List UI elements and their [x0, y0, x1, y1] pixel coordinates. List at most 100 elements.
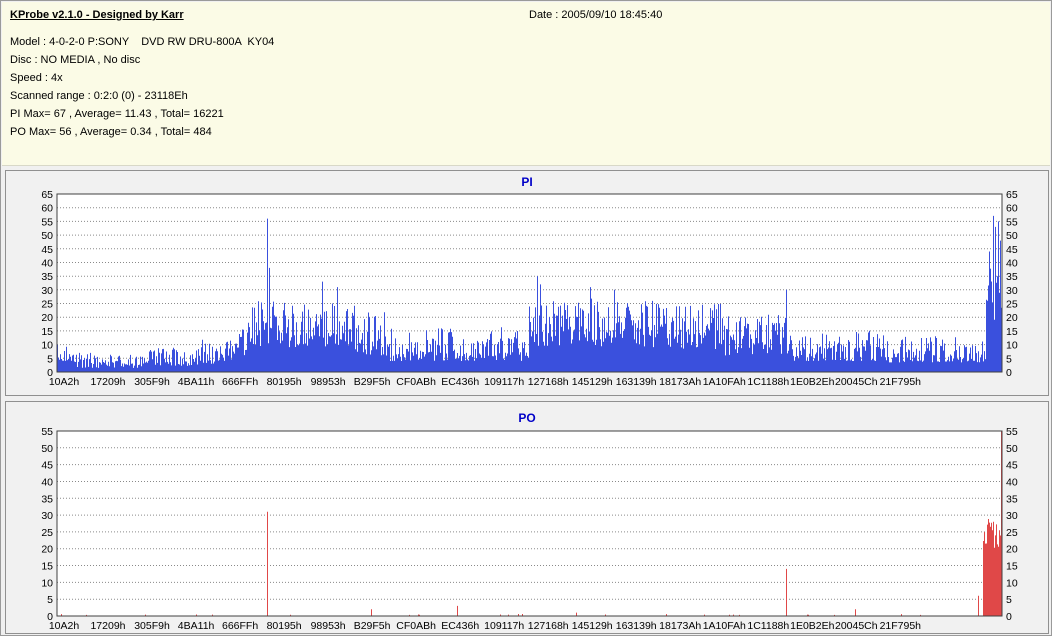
po-chart-title: PO [518, 411, 536, 425]
svg-text:98953h: 98953h [311, 620, 346, 631]
svg-text:20: 20 [1006, 312, 1018, 324]
svg-text:15: 15 [1006, 326, 1018, 338]
svg-text:35: 35 [41, 493, 53, 505]
svg-text:20045Ch: 20045Ch [835, 620, 878, 631]
svg-text:30: 30 [1006, 510, 1018, 522]
svg-text:20: 20 [1006, 544, 1018, 556]
svg-text:55: 55 [1006, 428, 1018, 438]
svg-text:163139h: 163139h [616, 376, 657, 388]
svg-text:1E0B2Eh: 1E0B2Eh [790, 620, 835, 631]
svg-text:0: 0 [1006, 611, 1012, 623]
svg-text:25: 25 [41, 527, 53, 539]
svg-text:10: 10 [41, 340, 53, 352]
svg-text:45: 45 [41, 460, 53, 472]
svg-text:10: 10 [1006, 340, 1018, 352]
info-pi-stats: PI Max= 67 , Average= 11.43 , Total= 162… [10, 108, 224, 120]
svg-text:CF0ABh: CF0ABh [396, 376, 436, 388]
svg-text:45: 45 [41, 244, 53, 256]
svg-text:4BA11h: 4BA11h [178, 376, 215, 388]
svg-text:40: 40 [41, 477, 53, 489]
svg-text:1A10FAh: 1A10FAh [703, 620, 746, 631]
svg-text:40: 40 [41, 258, 53, 270]
svg-text:98953h: 98953h [311, 376, 346, 388]
svg-text:B29F5h: B29F5h [354, 620, 391, 631]
svg-text:5: 5 [1006, 594, 1012, 606]
pi-panel: PI 0 0 5 5 10 10 15 15 20 20 25 25 30 30 35 35 40 40 45 45 5… [5, 170, 1049, 396]
svg-text:15: 15 [41, 561, 53, 573]
info-speed: Speed : 4x [10, 72, 63, 84]
svg-text:1C1188h: 1C1188h [747, 620, 789, 631]
svg-text:55: 55 [41, 216, 53, 228]
svg-text:127168h: 127168h [528, 376, 569, 388]
svg-text:25: 25 [1006, 527, 1018, 539]
svg-text:EC436h: EC436h [441, 376, 479, 388]
info-po-stats: PO Max= 56 , Average= 0.34 , Total= 484 [10, 126, 212, 138]
kprobe-window: KProbe v2.1.0 - Designed by Karr Date : … [0, 0, 1052, 636]
svg-text:20: 20 [41, 312, 53, 324]
svg-text:30: 30 [1006, 285, 1018, 297]
svg-text:30: 30 [41, 510, 53, 522]
svg-text:35: 35 [1006, 271, 1018, 283]
pi-chart: 0 05 510 1015 1520 2025 2530 3035 3540 4045 4550 50… [41, 191, 1018, 388]
po-panel: PO 0 0 5 5 10 10 15 15 20 20 25 25 30 30 35 35 40 40 45 45 5… [5, 401, 1049, 634]
svg-text:35: 35 [41, 271, 53, 283]
svg-text:666FFh: 666FFh [222, 376, 258, 388]
svg-text:55: 55 [41, 428, 53, 438]
svg-text:65: 65 [41, 191, 53, 201]
svg-text:50: 50 [41, 230, 53, 242]
app-title: KProbe v2.1.0 - Designed by Karr [10, 9, 184, 21]
svg-text:15: 15 [1006, 561, 1018, 573]
svg-text:35: 35 [1006, 493, 1018, 505]
svg-text:CF0ABh: CF0ABh [396, 620, 436, 631]
svg-text:1C1188h: 1C1188h [747, 376, 789, 388]
svg-text:B29F5h: B29F5h [354, 376, 391, 388]
svg-text:305F9h: 305F9h [134, 620, 170, 631]
svg-text:60: 60 [1006, 203, 1018, 215]
info-disc: Disc : NO MEDIA , No disc [10, 54, 141, 66]
svg-text:109117h: 109117h [484, 620, 524, 631]
svg-text:17209h: 17209h [90, 376, 125, 388]
svg-text:21F795h: 21F795h [880, 620, 922, 631]
svg-text:10A2h: 10A2h [49, 376, 80, 388]
svg-text:145129h: 145129h [572, 376, 613, 388]
svg-text:127168h: 127168h [528, 620, 569, 631]
svg-text:80195h: 80195h [267, 376, 302, 388]
svg-text:25: 25 [41, 299, 53, 311]
svg-text:17209h: 17209h [90, 620, 125, 631]
svg-text:1E0B2Eh: 1E0B2Eh [790, 376, 835, 388]
info-lines: Model : 4-0-2-0 P:SONY DVD RW DRU-800A K… [10, 33, 274, 141]
svg-text:0: 0 [1006, 367, 1012, 379]
header-panel: KProbe v2.1.0 - Designed by Karr Date : … [2, 2, 1050, 166]
svg-text:80195h: 80195h [267, 620, 302, 631]
svg-text:5: 5 [47, 353, 53, 365]
svg-text:18173Ah: 18173Ah [659, 376, 701, 388]
svg-text:109117h: 109117h [484, 376, 524, 388]
info-scanned-range: Scanned range : 0:2:0 (0) - 23118Eh [10, 90, 188, 102]
svg-text:15: 15 [41, 326, 53, 338]
svg-text:40: 40 [1006, 258, 1018, 270]
svg-text:50: 50 [1006, 230, 1018, 242]
svg-text:10A2h: 10A2h [49, 620, 80, 631]
scan-date: Date : 2005/09/10 18:45:40 [529, 9, 663, 21]
svg-text:25: 25 [1006, 299, 1018, 311]
svg-text:50: 50 [1006, 443, 1018, 455]
pi-chart-title: PI [521, 175, 533, 189]
svg-text:163139h: 163139h [616, 620, 657, 631]
svg-text:30: 30 [41, 285, 53, 297]
svg-text:40: 40 [1006, 477, 1018, 489]
svg-text:10: 10 [41, 577, 53, 589]
svg-text:5: 5 [1006, 353, 1012, 365]
svg-text:305F9h: 305F9h [134, 376, 170, 388]
svg-text:60: 60 [41, 203, 53, 215]
svg-text:145129h: 145129h [572, 620, 613, 631]
svg-text:1A10FAh: 1A10FAh [703, 376, 746, 388]
info-model: Model : 4-0-2-0 P:SONY DVD RW DRU-800A K… [10, 36, 275, 48]
svg-text:666FFh: 666FFh [222, 620, 258, 631]
svg-text:20: 20 [41, 544, 53, 556]
svg-text:45: 45 [1006, 244, 1018, 256]
svg-text:45: 45 [1006, 460, 1018, 472]
svg-text:EC436h: EC436h [441, 620, 479, 631]
svg-text:55: 55 [1006, 216, 1018, 228]
svg-text:5: 5 [47, 594, 53, 606]
svg-text:10: 10 [1006, 577, 1018, 589]
